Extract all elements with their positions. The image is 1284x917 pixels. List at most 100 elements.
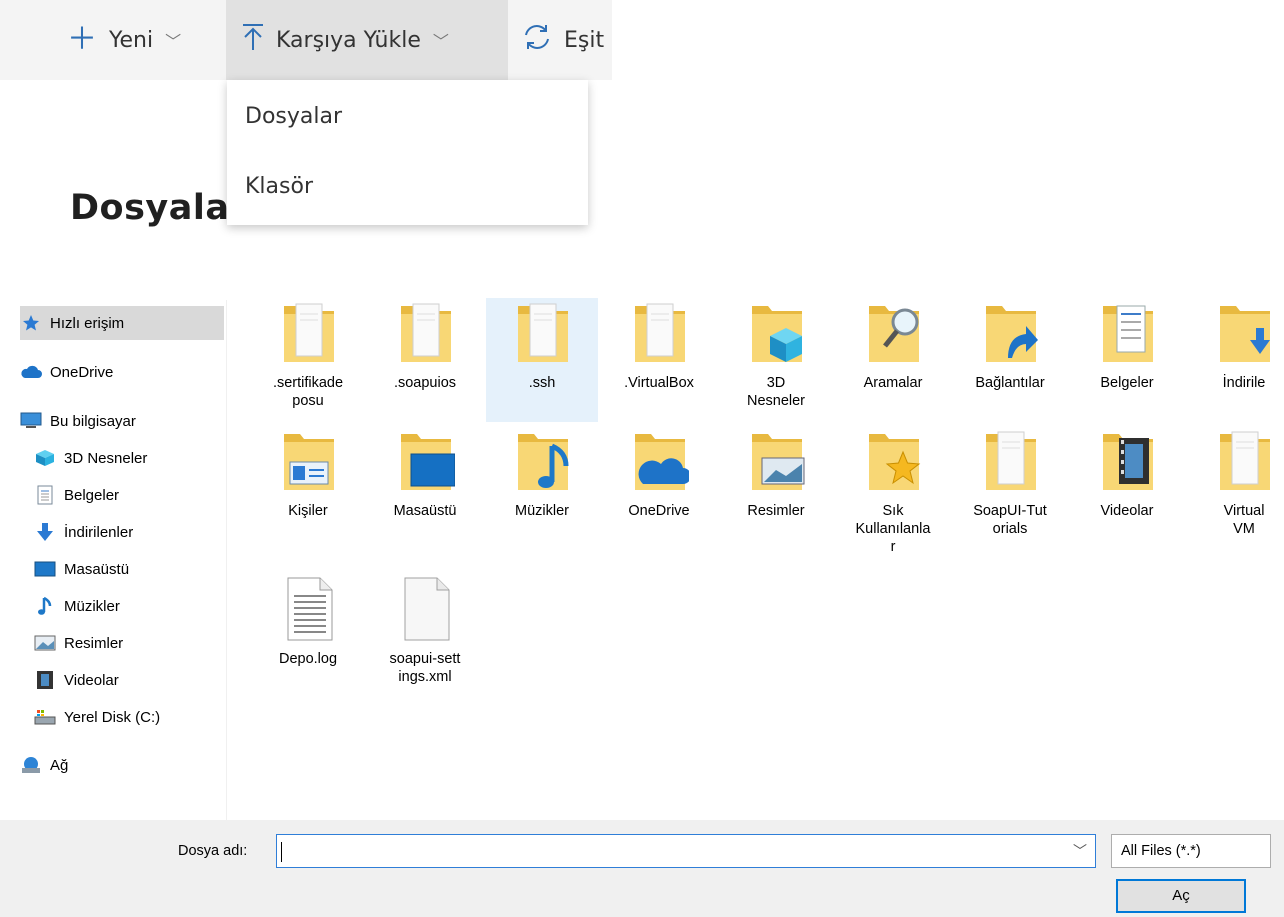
nav-item-onedrive[interactable]: OneDrive <box>20 355 113 389</box>
text-file-icon <box>280 576 338 642</box>
page-title: Dosyalar <box>70 188 248 228</box>
file-item-name: Aramalar <box>863 375 923 391</box>
text-caret <box>281 842 282 862</box>
nav-item-quick-access[interactable]: Hızlı erişim <box>20 306 224 340</box>
folder-documents-icon <box>1099 300 1157 366</box>
file-item-name: 3D Nesneler <box>746 375 806 409</box>
file-item-name: Virtual VM <box>1223 503 1265 537</box>
file-item[interactable]: Aramalar <box>837 298 949 422</box>
nav-item-3d-objects[interactable]: 3D Nesneler <box>34 441 147 475</box>
folder-contacts-icon <box>280 428 338 494</box>
chevron-down-icon: ﹀ <box>432 32 449 51</box>
file-item-name: OneDrive <box>628 503 690 519</box>
document-icon <box>34 485 56 505</box>
nav-item-pictures[interactable]: Resimler <box>34 626 123 660</box>
folder-video-icon <box>1099 428 1157 494</box>
folder-document-icon <box>280 300 338 366</box>
file-item[interactable]: Virtual VM <box>1188 426 1284 550</box>
file-item[interactable]: İndirile <box>1188 298 1284 422</box>
nav-item-label: Bu bilgisayar <box>50 412 136 430</box>
folder-document-icon <box>514 300 572 366</box>
file-item[interactable]: Sık Kullanılanla r <box>837 426 949 555</box>
file-item-name: Müzikler <box>515 503 569 519</box>
sync-button-label: Eşit <box>564 27 605 53</box>
desktop-icon <box>34 559 56 579</box>
nav-item-this-pc[interactable]: Bu bilgisayar <box>20 404 136 438</box>
file-item-name: SoapUI-Tut orials <box>973 503 1047 537</box>
file-item[interactable]: 3D Nesneler <box>720 298 832 422</box>
file-item[interactable]: OneDrive <box>603 426 715 550</box>
file-item[interactable]: Depo.log <box>252 574 364 698</box>
filename-input[interactable]: ﹀ <box>276 834 1096 868</box>
folder-download-icon <box>1216 300 1274 366</box>
film-icon <box>34 670 56 690</box>
menu-item-files[interactable]: Dosyalar <box>245 104 342 129</box>
file-item[interactable]: Videolar <box>1071 426 1183 550</box>
drive-icon <box>34 707 56 727</box>
folder-document-icon <box>1216 428 1274 494</box>
folder-desktop-icon <box>397 428 456 494</box>
plus-icon: ＋ <box>67 22 97 57</box>
file-item[interactable]: Masaüstü <box>369 426 481 550</box>
file-item-name: Bağlantılar <box>975 375 1045 391</box>
file-item[interactable]: .soapuios <box>369 298 481 422</box>
picture-icon <box>34 633 56 653</box>
file-item-name: .ssh <box>528 375 556 391</box>
upload-button[interactable]: Karşıya Yükle ﹀ <box>226 0 508 80</box>
menu-item-folder[interactable]: Klasör <box>245 174 313 199</box>
file-item-name: .soapuios <box>393 375 457 391</box>
file-item-name: İndirile <box>1222 375 1266 391</box>
file-item[interactable]: Bağlantılar <box>954 298 1066 422</box>
sync-button[interactable]: Eşit <box>516 0 612 80</box>
new-button-label: Yeni <box>109 27 154 53</box>
folder-cube-icon <box>748 300 806 366</box>
sync-icon <box>522 23 552 57</box>
nav-item-music[interactable]: Müzikler <box>34 589 120 623</box>
file-item-name: Belgeler <box>1100 375 1154 391</box>
new-button[interactable]: ＋ Yeni ﹀ <box>55 0 225 80</box>
folder-document-icon <box>631 300 689 366</box>
file-item[interactable]: .sertifikade posu <box>252 298 364 422</box>
cloud-icon <box>20 362 42 382</box>
file-item-name: Videolar <box>1100 503 1154 519</box>
nav-item-label: Videolar <box>64 671 119 689</box>
star-icon <box>20 313 42 333</box>
folder-pictures-icon <box>748 428 806 494</box>
file-list: .sertifikade posu .soapuios .ssh .VirtualBox… <box>252 296 1284 816</box>
filename-label: Dosya adı: <box>178 843 248 859</box>
file-item-name: .sertifikade posu <box>272 375 344 409</box>
nav-item-downloads[interactable]: İndirilenler <box>34 515 133 549</box>
file-type-select[interactable]: All Files (*.*) <box>1111 834 1271 868</box>
file-item[interactable]: soapui-sett ings.xml <box>369 574 481 698</box>
file-item[interactable]: Resimler <box>720 426 832 550</box>
folder-link-icon <box>982 300 1040 366</box>
nav-item-network[interactable]: Ağ <box>20 748 68 782</box>
chevron-down-icon[interactable]: ﹀ <box>1073 841 1087 861</box>
nav-item-label: Resimler <box>64 634 124 652</box>
nav-item-label: 3D Nesneler <box>64 449 148 467</box>
nav-item-local-disk[interactable]: Yerel Disk (C:) <box>34 700 160 734</box>
command-bar: ＋ Yeni ﹀ Karşıya Yükle ﹀ Eşit <box>0 0 612 80</box>
computer-icon <box>20 411 42 431</box>
file-item[interactable]: .ssh <box>486 298 598 422</box>
file-item[interactable]: Müzikler <box>486 426 598 550</box>
nav-item-videos[interactable]: Videolar <box>34 663 119 697</box>
nav-item-label: OneDrive <box>50 363 114 381</box>
file-item[interactable]: Kişiler <box>252 426 364 550</box>
folder-document-icon <box>397 300 455 366</box>
file-item[interactable]: SoapUI-Tut orials <box>954 426 1066 550</box>
nav-item-label: Müzikler <box>64 597 120 615</box>
blank-file-icon <box>397 576 455 642</box>
file-item-name: Masaüstü <box>393 503 457 519</box>
folder-favorites-icon <box>865 428 923 494</box>
folder-search-icon <box>865 300 923 366</box>
folder-cloud-icon <box>631 428 691 494</box>
folder-document-icon <box>982 428 1040 494</box>
file-item[interactable]: Belgeler <box>1071 298 1183 422</box>
file-item[interactable]: .VirtualBox <box>603 298 715 422</box>
nav-item-documents[interactable]: Belgeler <box>34 478 119 512</box>
nav-item-desktop[interactable]: Masaüstü <box>34 552 129 586</box>
open-button[interactable]: Aç <box>1116 879 1246 913</box>
upload-button-label: Karşıya Yükle <box>276 27 421 53</box>
file-item-name: Sık Kullanılanla r <box>855 503 931 555</box>
